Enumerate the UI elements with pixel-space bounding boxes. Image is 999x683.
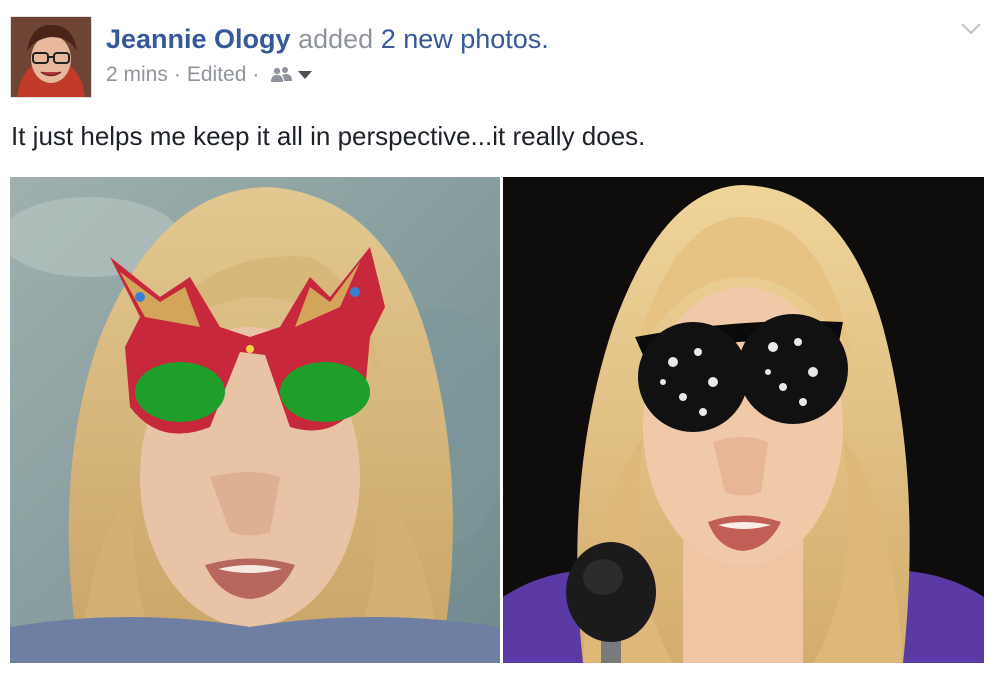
edited-link[interactable]: Edited (187, 61, 247, 89)
post-verb: added (298, 24, 374, 54)
meta-separator: · (252, 63, 260, 86)
avatar-image (11, 17, 91, 97)
photos-link[interactable]: 2 new photos. (381, 24, 549, 54)
post-photo-1[interactable] (10, 177, 500, 663)
author-name-link[interactable]: Jeannie Ology (106, 24, 291, 54)
post-photo-2[interactable] (503, 177, 984, 663)
meta-separator: · (173, 63, 181, 86)
post-meta: 2 mins · Edited · (106, 61, 313, 89)
timestamp-link[interactable]: 2 mins (106, 61, 168, 89)
author-avatar[interactable] (10, 16, 92, 98)
post-options-button[interactable] (960, 22, 982, 41)
photo-1-image (10, 177, 500, 663)
privacy-selector[interactable] (271, 66, 313, 84)
post-header: Jeannie Ology added 2 new photos. (106, 21, 549, 57)
caret-down-icon (298, 71, 313, 79)
post-message: It just helps me keep it all in perspect… (11, 121, 646, 151)
friends-icon (271, 67, 293, 82)
photo-2-image (503, 177, 984, 663)
chevron-down-icon (961, 23, 981, 35)
